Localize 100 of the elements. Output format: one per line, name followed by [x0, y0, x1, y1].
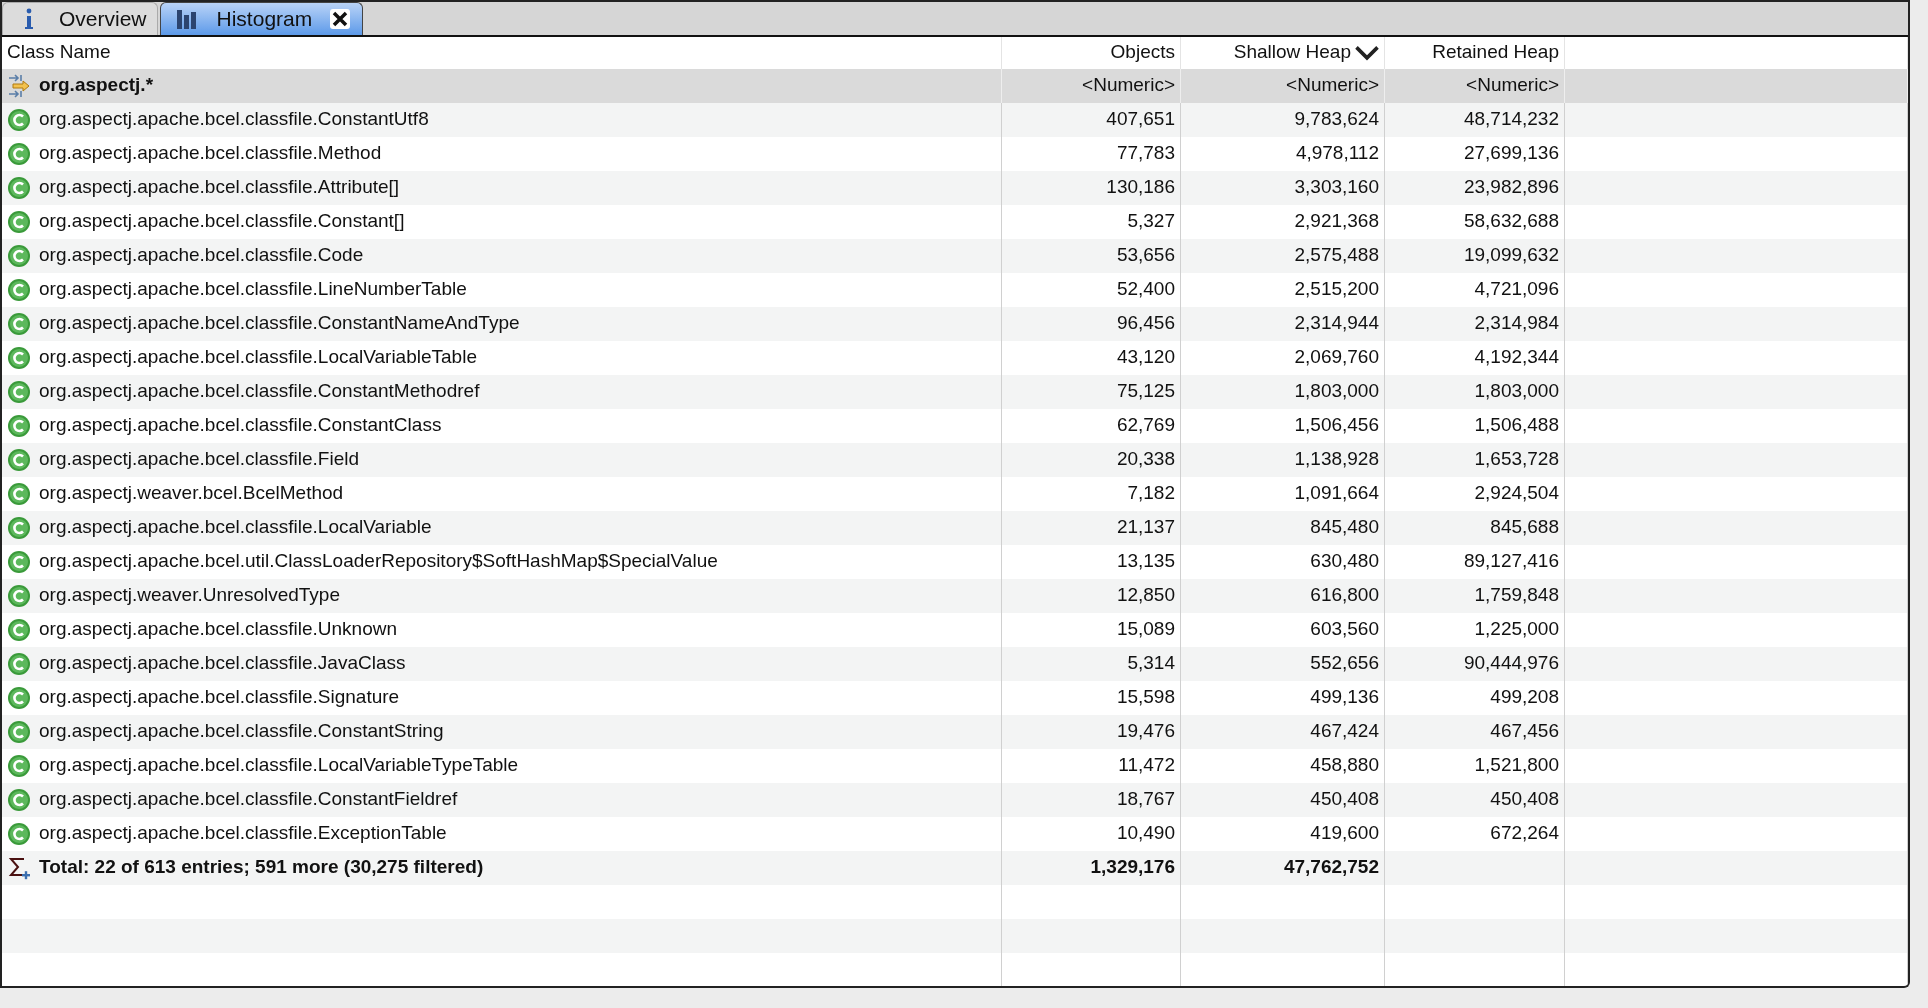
table-cell-text: 4,721,096 [1474, 277, 1559, 302]
table-cell-text: 15,089 [1116, 617, 1175, 642]
table-cell-text: 407,651 [1106, 107, 1175, 132]
table-cell-text: 12,850 [1116, 583, 1175, 608]
table-cell-text: 616,800 [1310, 583, 1379, 608]
class-icon [7, 345, 31, 370]
table-cell-text: 450,408 [1310, 787, 1379, 812]
table-cell-text: 2,515,200 [1294, 277, 1379, 302]
table-cell-text: 1,506,488 [1474, 413, 1559, 438]
table-cell-text: 48,714,232 [1463, 107, 1559, 132]
table-cell-text: 552,656 [1310, 651, 1379, 676]
table-cell-text: 1,091,664 [1294, 481, 1379, 506]
class-name: org.aspectj.apache.bcel.classfile.Constant[] [39, 209, 405, 234]
class-name: org.aspectj.apache.bcel.classfile.ConstantUtf8 [39, 107, 429, 132]
table-cell-text: 10,490 [1116, 821, 1175, 846]
class-icon [7, 209, 31, 234]
table-cell-text: 23,982,896 [1463, 175, 1559, 200]
table-cell-text: 77,783 [1116, 141, 1175, 166]
table-cell-text: 458,880 [1310, 753, 1379, 778]
table-cell-text: 2,575,488 [1294, 243, 1379, 268]
class-name: org.aspectj.apache.bcel.classfile.LineNumberTable [39, 277, 467, 302]
table-cell-text: 499,208 [1490, 685, 1559, 710]
table-cell-text: 450,408 [1490, 787, 1559, 812]
filter-text: <Numeric> [1286, 73, 1379, 98]
class-name: org.aspectj.apache.bcel.classfile.ConstantFieldref [39, 787, 458, 812]
table-cell-text: 21,137 [1116, 515, 1175, 540]
filter-text: <Numeric> [1466, 73, 1559, 98]
table-cell-text: 18,767 [1116, 787, 1175, 812]
table-cell-text: 845,480 [1310, 515, 1379, 540]
table-cell-text: 4,978,112 [1295, 141, 1379, 166]
table-cell-text: 5,327 [1127, 209, 1175, 234]
column-header[interactable]: Shallow Heap [1181, 36, 1385, 69]
class-name: org.aspectj.apache.bcel.classfile.ExceptionTable [39, 821, 447, 846]
tab[interactable]: Overview [2, 2, 158, 35]
class-icon [7, 141, 31, 166]
filter-arrow-icon [7, 73, 31, 98]
table-cell-text: 845,688 [1490, 515, 1559, 540]
table-cell-text: 419,600 [1310, 821, 1379, 846]
filter-text: <Numeric> [1082, 73, 1175, 98]
table-cell-text: 499,136 [1310, 685, 1379, 710]
class-icon [7, 175, 31, 200]
table-cell-text: 96,456 [1116, 311, 1175, 336]
sum-icon [7, 855, 31, 880]
class-name: org.aspectj.apache.bcel.classfile.Method [39, 141, 382, 166]
class-name: org.aspectj.apache.bcel.util.ClassLoaderRepository$SoftHashMap$SpecialValue [39, 549, 718, 574]
table-cell-text: 2,314,944 [1294, 311, 1379, 336]
table-cell-text: 1,521,800 [1474, 753, 1559, 778]
class-icon [7, 583, 31, 608]
table-cell-text: 1,803,000 [1294, 379, 1379, 404]
class-icon [7, 651, 31, 676]
table-cell-text: 11,472 [1118, 753, 1175, 778]
class-name: org.aspectj.apache.bcel.classfile.Code [39, 243, 364, 268]
table-cell-text: 62,769 [1116, 413, 1175, 438]
table-cell-text: 52,400 [1116, 277, 1175, 302]
table-cell-text: 19,476 [1116, 719, 1175, 744]
close-icon[interactable] [328, 6, 353, 31]
table-cell-text: 15,598 [1116, 685, 1175, 710]
column-header[interactable]: Retained Heap [1385, 36, 1565, 69]
class-icon [7, 685, 31, 710]
table-cell-text: 7,182 [1127, 481, 1175, 506]
table-cell-text: 630,480 [1310, 549, 1379, 574]
column-header[interactable]: Class Name [2, 36, 1002, 69]
class-icon [7, 413, 31, 438]
table-cell-text: 4,192,344 [1474, 345, 1559, 370]
table-cell-text: 53,656 [1116, 243, 1175, 268]
class-name: org.aspectj.weaver.bcel.BcelMethod [39, 481, 344, 506]
class-icon [7, 549, 31, 574]
class-name: org.aspectj.apache.bcel.classfile.Unknown [39, 617, 398, 642]
class-icon [7, 787, 31, 812]
class-name: org.aspectj.apache.bcel.classfile.Field [39, 447, 359, 472]
table-cell-text: 1,803,000 [1474, 379, 1559, 404]
table-cell-text: 467,456 [1490, 719, 1559, 744]
class-name: org.aspectj.apache.bcel.classfile.JavaClass [39, 651, 406, 676]
class-name: org.aspectj.apache.bcel.classfile.ConstantClass [39, 413, 442, 438]
table-cell-text: 43,120 [1116, 345, 1175, 370]
table-cell-text: 2,069,760 [1294, 345, 1379, 370]
column-header[interactable]: Objects [1002, 36, 1181, 69]
class-name: org.aspectj.apache.bcel.classfile.LocalVariableTypeTable [39, 753, 519, 778]
class-name: org.aspectj.apache.bcel.classfile.LocalVariable [39, 515, 432, 540]
table-cell-text: 467,424 [1310, 719, 1379, 744]
table-cell-text: 89,127,416 [1463, 549, 1559, 574]
table-cell-text: 603,560 [1310, 617, 1379, 642]
class-icon [7, 447, 31, 472]
table-cell-text: 672,264 [1490, 821, 1559, 846]
table-cell-text: 1,506,456 [1294, 413, 1379, 438]
table-cell-text: 130,186 [1106, 175, 1175, 200]
tab[interactable]: Histogram [159, 2, 364, 35]
class-icon [7, 617, 31, 642]
class-icon [7, 481, 31, 506]
table-cell-text: 2,314,984 [1474, 311, 1559, 336]
class-name: org.aspectj.weaver.UnresolvedType [39, 583, 340, 608]
table-cell-text: 1,225,000 [1474, 617, 1559, 642]
table-cell-text: 27,699,136 [1463, 141, 1559, 166]
class-icon [7, 379, 31, 404]
class-name: org.aspectj.apache.bcel.classfile.Attribute[] [39, 175, 400, 200]
class-icon [7, 753, 31, 778]
total-text: Total: 22 of 613 entries; 591 more (30,275 filtered) [39, 855, 484, 880]
table-cell-text: 2,924,504 [1474, 481, 1559, 506]
filter-text: org.aspectj.* [39, 73, 154, 98]
table-cell-text: 1,329,176 [1090, 855, 1175, 880]
